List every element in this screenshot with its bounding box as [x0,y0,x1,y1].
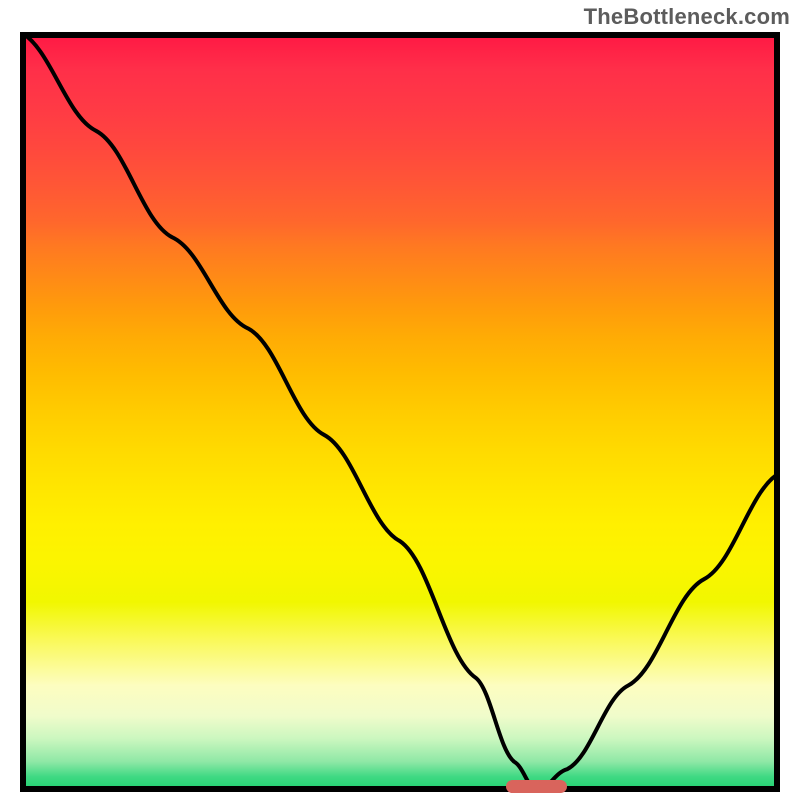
curve-path [20,32,780,792]
minimum-highlight-bar [506,780,567,793]
watermark-text: TheBottleneck.com [584,4,790,30]
chart-container: TheBottleneck.com [0,0,800,800]
bottleneck-curve [20,32,780,792]
